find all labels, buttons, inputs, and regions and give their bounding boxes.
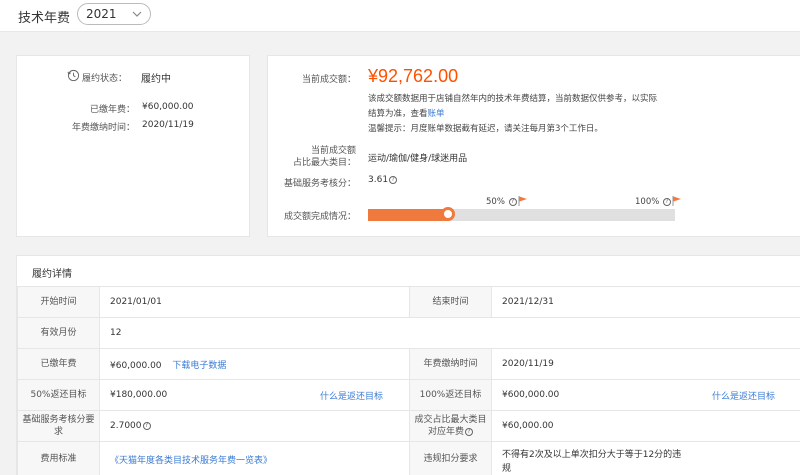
help-icon[interactable]: ? [508,197,517,206]
table-row: 开始时间 2021/01/01 结束时间 2021/12/31 [17,286,800,318]
fee-standard-link[interactable]: 《天猫年度各类目技术服务年费一览表》 [110,456,272,466]
category-fee-label: 成交占比最大类目 对应年费? [409,410,492,442]
summary-card: 履约状态： 履约中 已缴年费： ¥60,000.00 年费缴纳时间： 2020/… [16,55,250,237]
violation-value: 不得有2次及以上单次扣分大于等于12分的违 规 [491,441,800,475]
violation-value-line-2: 规 [502,464,512,474]
start-time-value: 2021/01/01 [99,286,410,318]
top-category-value: 运动/瑜伽/健身/球迷用品 [368,154,468,164]
valid-months-label: 有效月份 [17,317,100,349]
deal-note-line-3: 温馨提示：月度账单数据截有延迟，请关注每月第3个工作日。 [368,124,603,134]
category-fee-label-line-2: 对应年费 [427,427,464,437]
milestone-100: 100% ? [635,197,672,207]
end-time-value: 2021/12/31 [491,286,800,318]
deal-amount: ¥92,762.00 [368,66,459,86]
pay-time-label: 年费缴纳时间 [409,348,492,380]
status-value: 履约中 [141,74,171,85]
deal-note-line-2: 结算为准，查看账单 [368,107,657,122]
fee-standard-cell: 《天猫年度各类目技术服务年费一览表》 [99,441,410,475]
progress-fill [368,209,448,221]
service-score: 3.61? [368,175,398,185]
year-select-value: 2021 [86,7,117,21]
category-fee-label-line-1: 成交占比最大类目 [414,415,487,425]
download-data-link[interactable]: 下载电子数据 [172,361,226,371]
rebate-50-label: 50%返还目标 [17,379,100,411]
milestone-100-label: 100% [635,197,660,207]
start-time-label: 开始时间 [17,286,100,318]
milestone-50-label: 50% [486,197,505,207]
table-row: 已缴年费 ¥60,000.00 下载电子数据 年费缴纳时间 2020/11/19 [17,348,800,380]
rebate-100-value: ¥600,000.00 [502,390,560,400]
help-icon[interactable]: ? [389,175,398,184]
paid-fee-label: 已缴年费 [17,348,100,380]
score-requirement-value: 2.7000 [110,421,142,431]
what-is-rebate-link[interactable]: 什么是返还目标 [712,389,775,402]
valid-months-value: 12 [99,317,800,349]
rebate-50-cell: ¥180,000.00 什么是返还目标 [99,379,410,411]
pay-time-value: 2020/11/19 [491,348,800,380]
violation-label: 违规扣分要求 [409,441,492,475]
rebate-100-cell: ¥600,000.00 什么是返还目标 [491,379,800,411]
chevron-down-icon [132,11,142,17]
deal-amount-label: 当前成交额： [301,75,356,85]
progress-knob [441,207,455,221]
pay-time-label: 年费缴纳时间： [71,123,135,133]
table-row: 基础服务考核分要求 2.7000? 成交占比最大类目 对应年费? ¥60,000… [17,410,800,442]
help-icon[interactable]: ? [142,421,151,430]
rebate-100-label: 100%返还目标 [409,379,492,411]
score-requirement-label: 基础服务考核分要求 [17,410,100,442]
help-icon[interactable]: ? [663,197,672,206]
top-category-label: 当前成交额 占比最大类目： [278,145,356,169]
end-time-label: 结束时间 [409,286,492,318]
paid-fee-label: 已缴年费： [89,105,135,115]
paid-fee-value: ¥60,000.00 [142,102,194,112]
help-icon[interactable]: ? [465,427,473,436]
flag-icon [672,196,681,206]
details-title: 履约详情 [32,269,72,280]
service-score-value: 3.61 [368,175,389,185]
progress-track [368,207,675,221]
details-table: 开始时间 2021/01/01 结束时间 2021/12/31 有效月份 12 … [17,286,800,475]
page-title: 技术年费 [18,11,71,26]
deal-note: 该成交额数据用于店铺自然年内的技术年费结算，当前数据仅供参考，以实际 结算为准，… [368,92,657,137]
category-fee-value: ¥60,000.00 [491,410,800,442]
top-category-label-line-1: 当前成交额 [310,146,356,156]
fee-standard-label: 费用标准 [17,441,100,475]
bill-link[interactable]: 账单 [428,109,445,119]
pay-time-value: 2020/11/19 [142,120,194,130]
top-bar: 技术年费 2021 [0,0,800,32]
deal-note-line-2-text: 结算为准，查看 [368,109,428,119]
top-category-label-line-2: 占比最大类目： [292,158,356,168]
milestone-50: 50% ? [486,197,517,207]
status-label: 履约状态： [82,74,128,84]
table-row: 有效月份 12 [17,317,800,349]
service-score-label: 基础服务考核分： [283,179,356,189]
score-requirement-cell: 2.7000? [99,410,410,442]
details-card: 履约详情 开始时间 2021/01/01 结束时间 2021/12/31 有效月… [16,255,800,475]
table-row: 50%返还目标 ¥180,000.00 什么是返还目标 100%返还目标 ¥60… [17,379,800,411]
paid-fee-cell: ¥60,000.00 下载电子数据 [99,348,410,380]
rebate-50-value: ¥180,000.00 [110,390,168,400]
table-row: 费用标准 《天猫年度各类目技术服务年费一览表》 违规扣分要求 不得有2次及以上单… [17,441,800,475]
progress-label: 成交额完成情况： [283,212,356,222]
paid-fee-value: ¥60,000.00 [110,360,162,371]
history-clock-icon [67,69,80,82]
deal-card: 当前成交额： ¥92,762.00 该成交额数据用于店铺自然年内的技术年费结算，… [267,55,800,237]
deal-note-line-1: 该成交额数据用于店铺自然年内的技术年费结算，当前数据仅供参考，以实际 [368,94,658,104]
violation-value-line-1: 不得有2次及以上单次扣分大于等于12分的违 [502,450,682,460]
flag-icon [518,196,527,206]
what-is-rebate-link[interactable]: 什么是返还目标 [320,389,383,402]
year-select[interactable]: 2021 [77,3,151,25]
